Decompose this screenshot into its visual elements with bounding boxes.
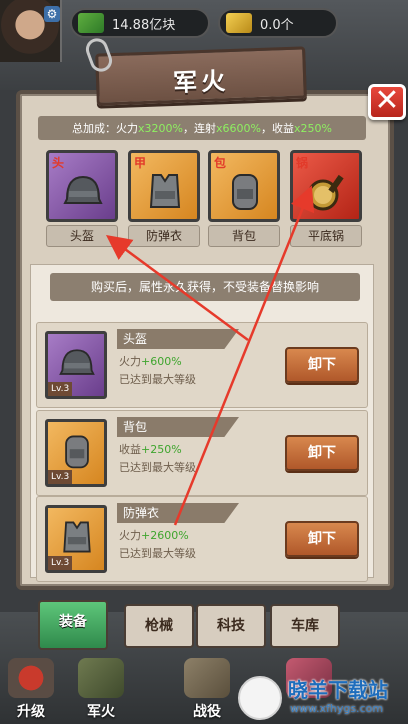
bonus-prefix: 总加成：	[72, 122, 117, 135]
item-icon-frame: Lv.3	[45, 419, 107, 487]
bonus-income-value: x250%	[293, 121, 332, 135]
nav-battle-label: 战役	[193, 704, 221, 720]
level-badge: Lv.3	[48, 382, 73, 396]
pan-icon	[307, 174, 344, 211]
sheep-logo-icon	[238, 676, 282, 720]
tab-guns[interactable]: 枪械	[124, 604, 194, 648]
item-title: 背包	[117, 417, 239, 437]
nav-arms[interactable]: 军火	[70, 650, 132, 724]
bonus-firepower-label: 火力	[116, 122, 139, 135]
bonus-sep: ，	[260, 122, 272, 135]
watermark: 晓羊下载站 www.xfhygs.com	[232, 672, 408, 724]
slot-vest[interactable]: 甲	[128, 150, 200, 222]
settings-gear-icon[interactable]: ⚙	[44, 6, 60, 22]
backpack-icon	[232, 174, 258, 210]
watermark-url: www.xfhygs.com	[290, 702, 384, 715]
target-icon	[8, 658, 54, 698]
slot-pan[interactable]: 锅	[290, 150, 362, 222]
list-item: Lv.3 头盔 火力+600% 已达到最大等级 卸下	[36, 322, 368, 408]
money-counter: 14.88亿块	[70, 8, 210, 38]
bonus-income-label: 收益	[271, 122, 294, 135]
helmet-icon	[63, 175, 103, 204]
slot-helmet-label: 头盔	[46, 225, 118, 247]
dialog-title: 军火	[172, 67, 230, 97]
item-status: 已达到最大等级	[119, 461, 196, 474]
nav-upgrade[interactable]: 升级	[0, 650, 62, 724]
list-item: Lv.3 背包 收益+250% 已达到最大等级 卸下	[36, 410, 368, 496]
vest-icon	[149, 174, 181, 208]
gold-value: 0.0个	[260, 17, 294, 33]
vest-icon	[63, 521, 91, 553]
gold-counter: 0.0个	[218, 8, 338, 38]
item-status: 已达到最大等级	[119, 373, 196, 386]
list-item: Lv.3 防弹衣 火力+2600% 已达到最大等级 卸下	[36, 496, 368, 582]
unequip-button[interactable]: 卸下	[285, 347, 359, 383]
item-icon-frame: Lv.3	[45, 331, 107, 399]
item-stat: 收益+250%	[119, 441, 182, 457]
item-stat: 火力+2600%	[119, 527, 189, 543]
tab-equipment[interactable]: 装备	[38, 600, 108, 650]
slot-pan-label: 平底锅	[290, 225, 362, 247]
slot-helmet[interactable]: 头	[46, 150, 118, 222]
unequip-button[interactable]: 卸下	[285, 521, 359, 557]
bonus-firepower-value: x3200%	[138, 121, 184, 135]
slot-backpack-label: 背包	[208, 225, 280, 247]
item-title: 头盔	[117, 329, 239, 349]
close-button[interactable]: ✕	[368, 84, 406, 120]
item-stat-label: 收益	[119, 443, 141, 456]
item-stat-label: 火力	[119, 529, 141, 542]
nav-arms-label: 军火	[87, 704, 115, 720]
item-stat-value: +600%	[141, 355, 182, 368]
item-status: 已达到最大等级	[119, 547, 196, 560]
tab-garage[interactable]: 车库	[270, 604, 340, 648]
nav-upgrade-label: 升级	[17, 704, 45, 720]
bonus-rapid-value: x6600%	[216, 121, 261, 135]
tab-tech[interactable]: 科技	[196, 604, 266, 648]
total-bonus-bar: 总加成： 火力 x3200% ， 连射 x6600% ， 收益 x250%	[38, 116, 366, 140]
bonus-sep: ，	[183, 122, 195, 135]
slot-vest-label: 防弹衣	[128, 225, 200, 247]
level-badge: Lv.3	[48, 556, 73, 570]
item-stat-value: +2600%	[141, 529, 189, 542]
item-stat-label: 火力	[119, 355, 141, 368]
battle-icon	[184, 658, 230, 698]
unequip-button[interactable]: 卸下	[285, 435, 359, 471]
cash-icon	[78, 13, 104, 33]
item-title: 防弹衣	[117, 503, 239, 523]
item-stat-value: +250%	[141, 443, 182, 456]
item-icon-frame: Lv.3	[45, 505, 107, 573]
level-badge: Lv.3	[48, 470, 73, 484]
slot-backpack[interactable]: 包	[208, 150, 280, 222]
backpack-icon	[65, 435, 89, 469]
watermark-title: 晓羊下载站	[288, 678, 388, 702]
item-stat: 火力+600%	[119, 353, 182, 369]
gold-bar-icon	[226, 13, 252, 33]
bonus-rapid-label: 连射	[194, 122, 217, 135]
money-value: 14.88亿块	[112, 17, 176, 33]
nav-battle[interactable]: 战役	[176, 650, 238, 724]
dialog-title-plate: 军火	[95, 46, 307, 106]
helmet-icon	[59, 349, 95, 375]
vest-icon	[78, 658, 124, 698]
notice-banner: 购买后，属性永久获得，不受装备替换影响	[50, 273, 360, 301]
